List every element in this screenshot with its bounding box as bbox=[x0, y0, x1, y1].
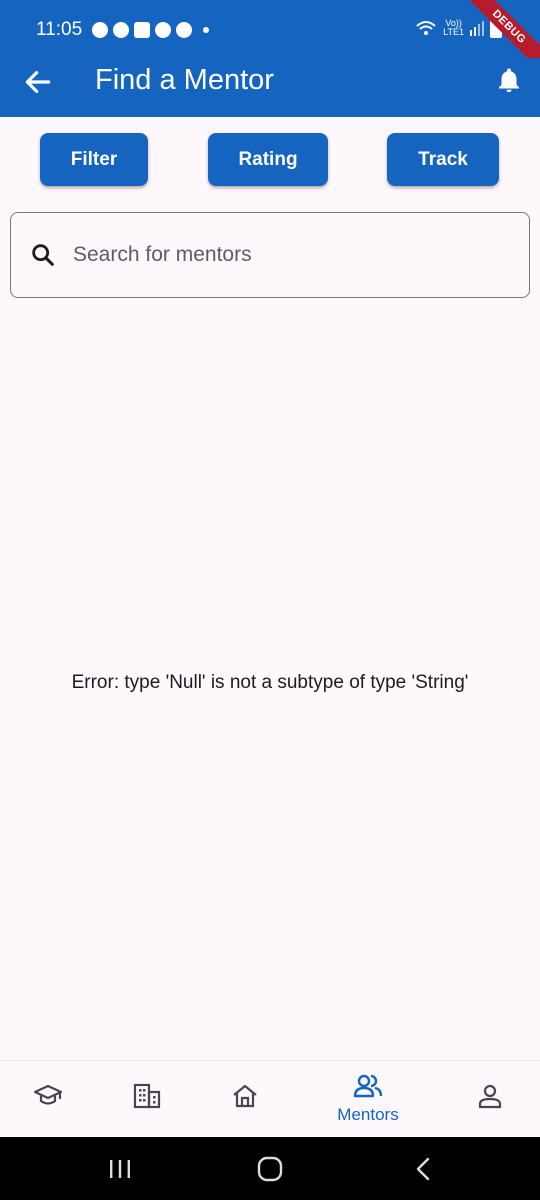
notification-icons bbox=[92, 22, 209, 38]
status-bar: 11:05 Vo)) LTE1 DEBUG bbox=[0, 0, 540, 80]
nav-item-mentors[interactable]: Mentors bbox=[318, 1061, 418, 1138]
filter-button[interactable]: Filter bbox=[40, 133, 148, 186]
nav-item-school[interactable] bbox=[8, 1061, 88, 1138]
spotify-icon bbox=[155, 22, 171, 38]
nav-item-profile[interactable] bbox=[450, 1061, 530, 1138]
system-home-icon[interactable] bbox=[256, 1156, 284, 1182]
companies-icon bbox=[133, 1083, 161, 1109]
snapchat-icon bbox=[92, 22, 108, 38]
system-navigation-bar bbox=[0, 1137, 540, 1200]
search-icon bbox=[32, 244, 54, 266]
sync-icon bbox=[176, 22, 192, 38]
track-button[interactable]: Track bbox=[387, 133, 499, 186]
nav-label-mentors: Mentors bbox=[337, 1105, 399, 1124]
lte-label: LTE1 bbox=[443, 27, 464, 37]
nav-item-home[interactable] bbox=[205, 1061, 285, 1138]
status-time: 11:05 bbox=[36, 19, 83, 40]
page-title: Find a Mentor bbox=[95, 64, 274, 96]
error-message: Error: type 'Null' is not a subtype of t… bbox=[71, 672, 469, 693]
profile-icon bbox=[478, 1084, 502, 1109]
wifi-icon bbox=[416, 21, 436, 35]
signal-icon bbox=[470, 21, 484, 36]
volte-indicator: Vo)) LTE1 bbox=[443, 19, 464, 37]
search-input[interactable] bbox=[73, 233, 503, 277]
nav-item-companies[interactable] bbox=[107, 1061, 187, 1138]
system-status: Vo)) LTE1 bbox=[415, 18, 502, 38]
notification-bell-icon[interactable] bbox=[494, 66, 524, 96]
rating-button[interactable]: Rating bbox=[208, 133, 328, 186]
recent-apps-icon[interactable] bbox=[106, 1156, 134, 1182]
more-notifications-icon bbox=[203, 27, 209, 33]
search-box[interactable] bbox=[10, 212, 530, 298]
screen: 11:05 Vo)) LTE1 DEBUG Find a Mentor Filt… bbox=[0, 0, 540, 1200]
home-icon bbox=[233, 1084, 257, 1108]
mentors-icon bbox=[353, 1074, 383, 1098]
app-bar: Find a Mentor bbox=[0, 58, 540, 117]
school-icon bbox=[33, 1084, 63, 1105]
snapchat-icon bbox=[113, 22, 129, 38]
message-icon bbox=[134, 22, 150, 38]
back-arrow-icon[interactable] bbox=[22, 66, 54, 98]
system-back-icon[interactable] bbox=[410, 1156, 438, 1182]
bottom-navigation: Mentors bbox=[0, 1060, 540, 1137]
